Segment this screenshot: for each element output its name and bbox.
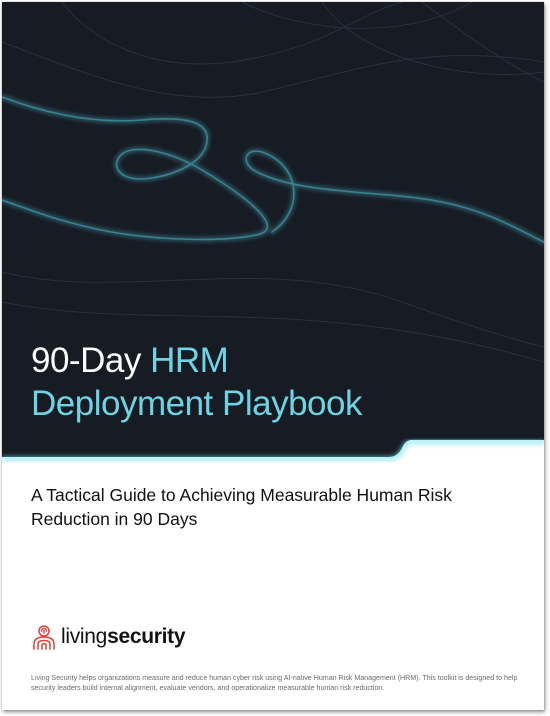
document-page: 90-Day HRM Deployment Playbook A Tactica…	[2, 2, 544, 710]
cover-subtitle: A Tactical Guide to Achieving Measurable…	[31, 485, 452, 529]
cover-title: 90-Day HRM Deployment Playbook	[31, 339, 362, 425]
footer-disclaimer: Living Security helps organizations meas…	[31, 674, 518, 692]
logo-word-regular: living	[61, 625, 108, 648]
living-security-logo: livingsecurity	[31, 624, 186, 650]
logo-word-bold: security	[107, 625, 186, 648]
title-line1-accent: HRM	[150, 341, 229, 380]
logo-wordmark: livingsecurity	[61, 625, 186, 649]
title-line1-plain: 90-Day	[31, 341, 151, 380]
person-fingerprint-icon	[33, 625, 55, 650]
title-line2: Deployment Playbook	[31, 384, 362, 423]
